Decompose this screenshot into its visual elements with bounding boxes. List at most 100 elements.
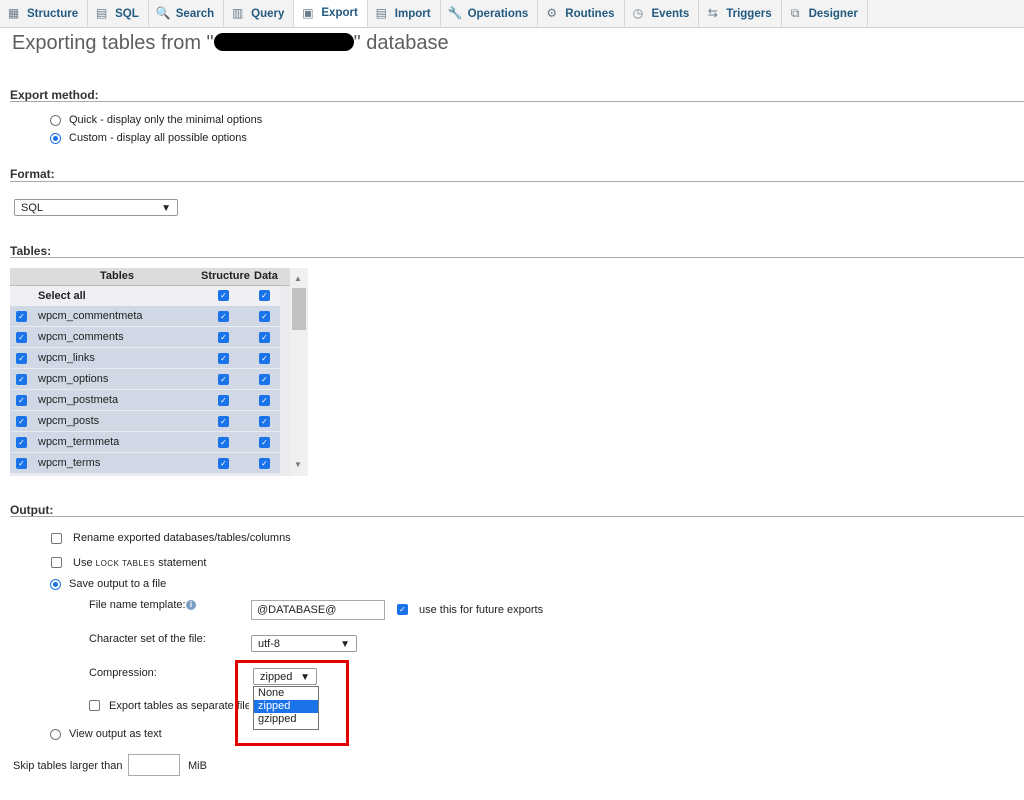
data-checkbox[interactable]: ✓ — [259, 416, 270, 427]
tab-import[interactable]: ▤ Import — [368, 0, 441, 27]
structure-checkbox[interactable]: ✓ — [218, 416, 229, 427]
format-select[interactable]: SQL ▼ — [14, 199, 178, 216]
table-row[interactable]: ✓ wpcm_commentmeta ✓ ✓ — [10, 306, 280, 326]
structure-checkbox[interactable]: ✓ — [218, 374, 229, 385]
scroll-down-icon[interactable]: ▼ — [294, 460, 302, 469]
table-row[interactable]: ✓ wpcm_postmeta ✓ ✓ — [10, 390, 280, 410]
redacted-database-name — [213, 33, 354, 51]
data-checkbox[interactable]: ✓ — [259, 395, 270, 406]
table-select-checkbox[interactable]: ✓ — [16, 395, 27, 406]
filename-template-label: File name template: — [89, 599, 186, 611]
data-checkbox[interactable]: ✓ — [259, 311, 270, 322]
structure-checkbox[interactable]: ✓ — [218, 395, 229, 406]
filename-template-input[interactable]: @DATABASE@ — [251, 600, 385, 620]
structure-checkbox[interactable]: ✓ — [218, 353, 229, 364]
tab-designer[interactable]: ⧉ Designer — [782, 0, 868, 27]
save-to-file-radio[interactable] — [50, 579, 61, 590]
tab-label: Triggers — [726, 7, 772, 20]
scroll-thumb[interactable] — [292, 288, 306, 330]
info-icon[interactable]: i — [186, 600, 196, 610]
rename-checkbox[interactable] — [51, 533, 62, 544]
table-select-checkbox[interactable]: ✓ — [16, 353, 27, 364]
table-row[interactable]: ✓ wpcm_termmeta ✓ ✓ — [10, 432, 280, 452]
table-row[interactable]: ✓ wpcm_comments ✓ ✓ — [10, 327, 280, 347]
table-row[interactable]: ✓ wpcm_posts ✓ ✓ — [10, 411, 280, 431]
tab-events[interactable]: ◷ Events — [625, 0, 700, 27]
table-name: wpcm_posts — [38, 415, 100, 427]
designer-icon: ⧉ — [790, 6, 800, 20]
table-select-checkbox[interactable]: ✓ — [16, 437, 27, 448]
tables-list: Tables Structure Data Select all ✓ ✓ ✓ w… — [10, 268, 308, 476]
save-to-file-label: Save output to a file — [69, 578, 167, 590]
tab-label: SQL — [115, 7, 139, 20]
export-icon: ▣ — [302, 5, 314, 20]
select-all-structure-checkbox[interactable]: ✓ — [218, 290, 229, 301]
structure-icon: ▦ — [7, 6, 20, 20]
custom-label: Custom - display all possible options — [69, 132, 247, 144]
table-select-checkbox[interactable]: ✓ — [16, 311, 27, 322]
sql-icon: ▤ — [95, 6, 108, 20]
table-name: wpcm_comments — [38, 331, 124, 343]
compression-label: Compression: — [89, 667, 157, 679]
future-exports-checkbox[interactable]: ✓ — [397, 604, 408, 615]
lock-code: LOCK TABLES — [95, 559, 156, 568]
select-all-label: Select all — [38, 290, 86, 302]
tab-triggers[interactable]: ⇆ Triggers — [699, 0, 782, 27]
routines-icon: ⚙ — [546, 6, 558, 20]
tab-query[interactable]: ▥ Query — [224, 0, 295, 27]
tables-scrollbar[interactable]: ▲ ▼ — [290, 268, 308, 476]
select-all-row: Select all ✓ ✓ — [10, 286, 280, 306]
tab-label: Query — [251, 7, 285, 20]
col-tables: Tables — [100, 270, 135, 282]
data-checkbox[interactable]: ✓ — [259, 374, 270, 385]
tab-search[interactable]: 🔍 Search — [149, 0, 225, 27]
lock-tables-checkbox[interactable] — [51, 557, 62, 568]
tab-label: Events — [651, 7, 690, 20]
data-checkbox[interactable]: ✓ — [259, 437, 270, 448]
structure-checkbox[interactable]: ✓ — [218, 332, 229, 343]
scroll-up-icon[interactable]: ▲ — [294, 274, 302, 283]
skip-tables-input[interactable] — [128, 754, 180, 776]
separate-files-checkbox[interactable] — [89, 700, 100, 711]
divider — [10, 181, 1024, 182]
tab-routines[interactable]: ⚙ Routines — [538, 0, 625, 27]
view-as-text-radio[interactable] — [50, 729, 61, 740]
table-name: wpcm_postmeta — [38, 394, 119, 406]
structure-checkbox[interactable]: ✓ — [218, 458, 229, 469]
table-row[interactable]: ✓ wpcm_links ✓ ✓ — [10, 348, 280, 368]
table-name: wpcm_commentmeta — [38, 310, 143, 322]
page-title-prefix: Exporting tables from " — [12, 32, 214, 54]
page-title: Exporting tables from " " database — [12, 32, 449, 55]
custom-radio[interactable] — [50, 133, 61, 144]
charset-select[interactable]: utf-8 ▼ — [251, 635, 357, 652]
table-select-checkbox[interactable]: ✓ — [16, 416, 27, 427]
select-all-data-checkbox[interactable]: ✓ — [259, 290, 270, 301]
table-select-checkbox[interactable]: ✓ — [16, 458, 27, 469]
charset-value: utf-8 — [258, 638, 281, 650]
charset-label: Character set of the file: — [89, 633, 206, 645]
import-icon: ▤ — [375, 6, 387, 20]
tab-operations[interactable]: 🔧 Operations — [441, 0, 539, 27]
tables-header: Tables Structure Data — [10, 268, 290, 286]
tab-label: Operations — [467, 7, 529, 20]
structure-checkbox[interactable]: ✓ — [218, 311, 229, 322]
data-checkbox[interactable]: ✓ — [259, 353, 270, 364]
tab-sql[interactable]: ▤ SQL — [88, 0, 149, 27]
tab-structure[interactable]: ▦ Structure — [0, 0, 89, 27]
tab-label: Routines — [565, 7, 615, 20]
quick-radio[interactable] — [50, 115, 61, 126]
data-checkbox[interactable]: ✓ — [259, 458, 270, 469]
highlight-annotation — [235, 660, 349, 746]
top-navigation: ▦ Structure ▤ SQL 🔍 Search ▥ Query ▣ Export ▤… — [0, 0, 1024, 28]
skip-tables-label: Skip tables larger than — [13, 760, 123, 772]
tab-label: Designer — [808, 7, 858, 20]
table-select-checkbox[interactable]: ✓ — [16, 332, 27, 343]
table-row[interactable]: ✓ wpcm_options ✓ ✓ — [10, 369, 280, 389]
structure-checkbox[interactable]: ✓ — [218, 437, 229, 448]
table-row[interactable]: ✓ wpcm_terms ✓ ✓ — [10, 453, 280, 473]
table-select-checkbox[interactable]: ✓ — [16, 374, 27, 385]
table-name: wpcm_termmeta — [38, 436, 120, 448]
data-checkbox[interactable]: ✓ — [259, 332, 270, 343]
page-title-suffix: " database — [353, 32, 449, 54]
tab-export[interactable]: ▣ Export — [294, 0, 368, 27]
